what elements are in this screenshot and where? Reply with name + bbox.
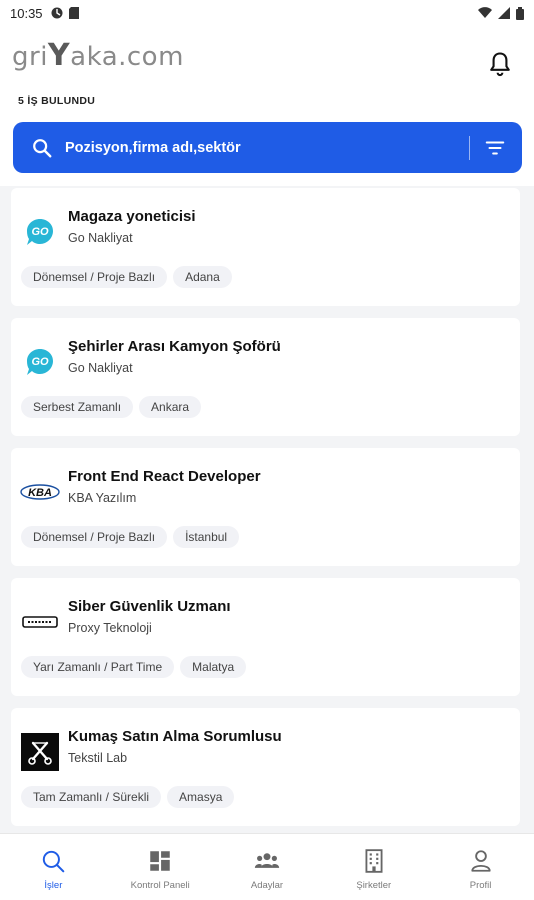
building-icon	[365, 849, 383, 873]
location-tag: Adana	[173, 266, 232, 288]
status-time: 10:35	[10, 5, 43, 21]
logo-text-mid: Y	[47, 38, 71, 73]
company-name: Tekstil Lab	[68, 751, 128, 765]
job-title[interactable]: Kumaş Satın Alma Sorumlusu	[68, 728, 282, 745]
job-tags: Dönemsel / Proje Bazlı İstanbul	[21, 526, 240, 548]
dashboard-icon	[150, 851, 170, 871]
nav-item-dashboard[interactable]: Kontrol Paneli	[107, 834, 214, 900]
company-name: Proxy Teknoloji	[68, 621, 152, 635]
results-count: 5 İŞ BULUNDU	[18, 90, 518, 116]
search-input[interactable]: Pozisyon,firma adı,sektör	[65, 140, 469, 156]
search-icon	[43, 850, 65, 873]
filter-icon[interactable]	[484, 137, 506, 159]
job-title[interactable]: Siber Güvenlik Uzmanı	[68, 598, 231, 615]
kba-logo: KBA	[20, 472, 60, 512]
job-title[interactable]: Front End React Developer	[68, 468, 261, 485]
company-name: Go Nakliyat	[68, 231, 133, 245]
job-tags: Dönemsel / Proje Bazlı Adana	[21, 266, 232, 288]
nav-item-companies[interactable]: Şirketler	[320, 834, 427, 900]
go-logo: GO	[20, 212, 60, 252]
nav-label: Profil	[469, 880, 492, 891]
logo-text-right: aka.com	[70, 42, 184, 72]
signal-icon	[498, 7, 510, 19]
app-logo: griYaka.com	[12, 38, 184, 73]
job-type-tag: Serbest Zamanlı	[21, 396, 134, 418]
nav-item-candidates[interactable]: Adaylar	[214, 834, 321, 900]
job-card[interactable]: Siber Güvenlik Uzmanı Proxy Teknoloji Ya…	[11, 578, 520, 696]
tekstil-logo	[20, 732, 60, 772]
location-tag: Amasya	[167, 786, 235, 808]
job-card[interactable]: GO Şehirler Arası Kamyon Şoförü Go Nakli…	[11, 318, 520, 436]
company-name: KBA Yazılım	[68, 491, 137, 505]
nav-item-profile[interactable]: Profil	[427, 834, 534, 900]
job-type-tag: Dönemsel / Proje Bazlı	[21, 526, 168, 548]
location-tag: Malatya	[180, 656, 247, 678]
job-card[interactable]: KBA Front End React Developer KBA Yazılı…	[11, 448, 520, 566]
nav-label: İşler	[44, 880, 63, 891]
job-type-tag: Dönemsel / Proje Bazlı	[21, 266, 168, 288]
nav-label: Şirketler	[356, 880, 392, 891]
users-icon	[254, 853, 280, 868]
person-icon	[470, 850, 491, 872]
job-title[interactable]: Magaza yoneticisi	[68, 208, 196, 225]
company-name: Go Nakliyat	[68, 361, 133, 375]
battery-icon	[516, 6, 524, 20]
nav-label: Adaylar	[250, 880, 284, 891]
bottom-navigation: İşler Kontrol Paneli Adaylar Şirketler P…	[0, 833, 534, 900]
sd-card-icon	[68, 7, 79, 19]
sync-status-icon	[51, 7, 63, 19]
tekstil-logo-icon	[21, 733, 59, 771]
svg-text:KBA: KBA	[28, 487, 52, 499]
kba-logo-icon: KBA	[20, 484, 60, 500]
wifi-icon	[478, 7, 492, 19]
proxy-logo-icon	[22, 616, 58, 628]
app-header: griYaka.com	[0, 26, 534, 90]
job-card[interactable]: Kumaş Satın Alma Sorumlusu Tekstil Lab T…	[11, 708, 520, 826]
search-bar[interactable]: Pozisyon,firma adı,sektör	[13, 122, 522, 173]
go-logo: GO	[20, 342, 60, 382]
go-logo-icon: GO	[27, 349, 53, 375]
job-tags: Tam Zamanlı / Sürekli Amasya	[21, 786, 235, 808]
job-tags: Serbest Zamanlı Ankara	[21, 396, 202, 418]
job-tags: Yarı Zamanlı / Part Time Malatya	[21, 656, 247, 678]
search-icon	[33, 138, 52, 157]
job-title[interactable]: Şehirler Arası Kamyon Şoförü	[68, 338, 281, 355]
location-tag: İstanbul	[173, 526, 240, 548]
location-tag: Ankara	[139, 396, 202, 418]
proxy-logo	[20, 602, 60, 642]
svg-text:GO: GO	[31, 226, 49, 238]
logo-text-left: gri	[12, 42, 48, 72]
go-logo-icon: GO	[27, 219, 53, 245]
nav-label: Kontrol Paneli	[130, 880, 190, 891]
job-card[interactable]: GO Magaza yoneticisi Go Nakliyat Dönemse…	[11, 188, 520, 306]
status-bar: 10:35	[0, 0, 534, 26]
search-divider	[469, 135, 470, 160]
job-type-tag: Yarı Zamanlı / Part Time	[21, 656, 175, 678]
svg-text:GO: GO	[31, 356, 49, 368]
notification-bell-icon[interactable]	[486, 50, 514, 78]
nav-item-jobs[interactable]: İşler	[0, 834, 107, 900]
job-type-tag: Tam Zamanlı / Sürekli	[21, 786, 162, 808]
